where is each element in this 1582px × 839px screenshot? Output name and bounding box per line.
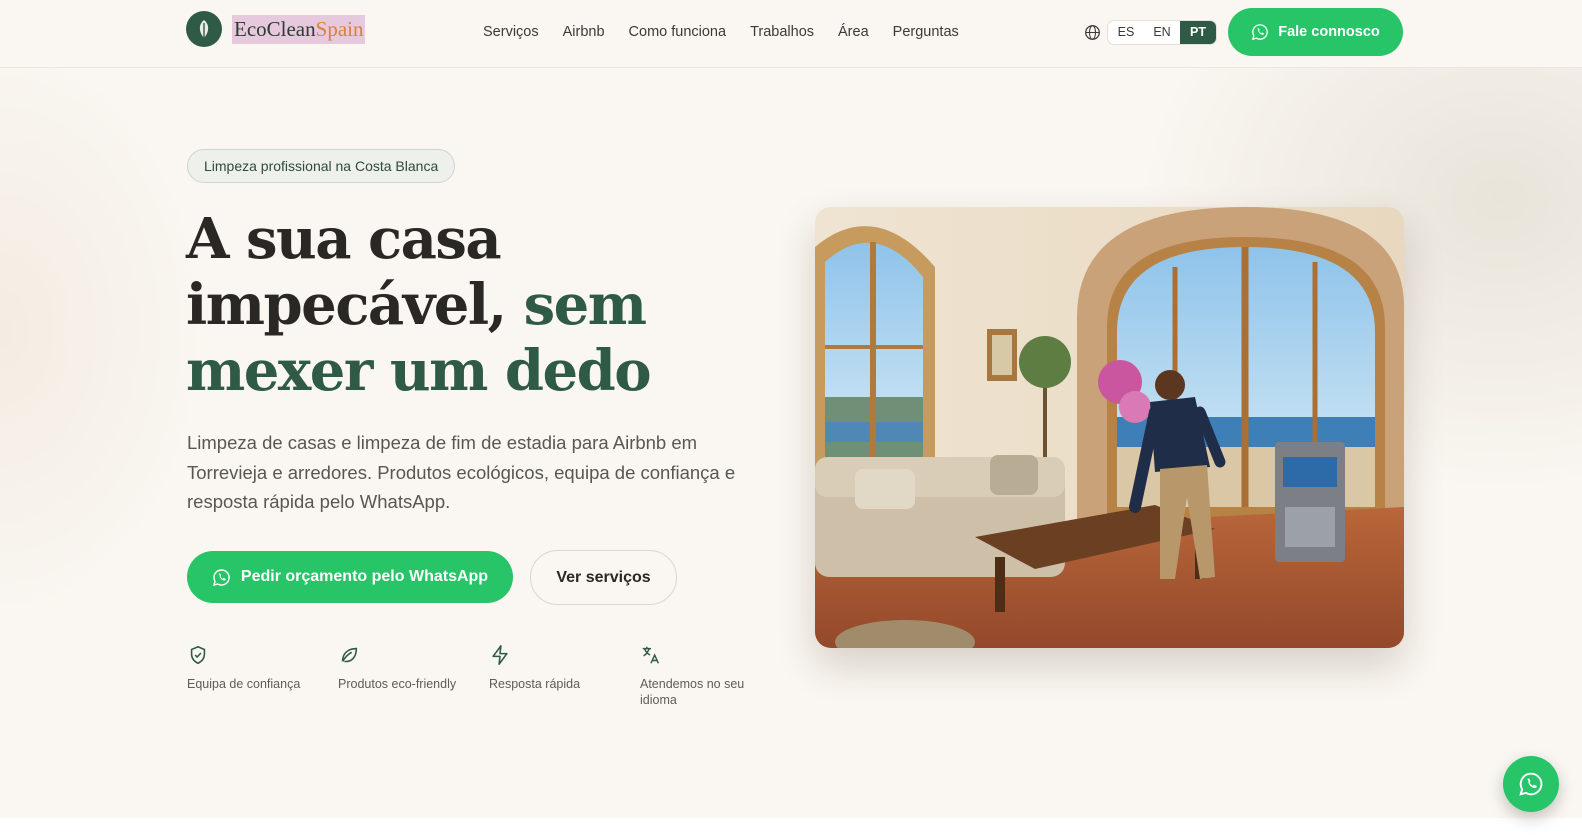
hero-lead: Limpeza de casas e limpeza de fim de est… bbox=[187, 432, 736, 512]
hero-photo-cleaning-living-room bbox=[815, 207, 1404, 648]
nav-como-funciona[interactable]: Como funciona bbox=[629, 22, 727, 42]
leaf-logo-icon bbox=[186, 11, 222, 47]
view-services-button[interactable]: Ver serviços bbox=[530, 550, 677, 605]
language-switcher: ES EN PT bbox=[1107, 20, 1217, 45]
globe-icon bbox=[1085, 25, 1100, 40]
floating-whatsapp-button[interactable] bbox=[1503, 756, 1559, 812]
nav-trabalhos[interactable]: Trabalhos bbox=[750, 22, 814, 42]
feature-label: Produtos eco-friendly bbox=[338, 677, 457, 691]
feature-label: Resposta rápida bbox=[489, 677, 581, 691]
brand-name-part1: EcoClean bbox=[234, 16, 316, 41]
brand-name-part2: Spain bbox=[315, 16, 364, 41]
whatsapp-quote-label: Pedir orçamento pelo WhatsApp bbox=[240, 568, 489, 585]
translate-icon bbox=[642, 646, 660, 664]
whatsapp-icon bbox=[1252, 24, 1269, 41]
nav-area[interactable]: Área bbox=[838, 22, 869, 42]
feature-fast-response: Resposta rápida bbox=[489, 644, 629, 692]
site-header: EcoCleanSpain Serviços Airbnb Como funci… bbox=[0, 0, 1582, 68]
nav-airbnb[interactable]: Airbnb bbox=[563, 22, 605, 42]
shield-check-icon bbox=[190, 645, 206, 665]
hero-headline: A sua casa impecável, sem mexer um dedo bbox=[186, 206, 786, 404]
contact-button-label: Fale connosco bbox=[1278, 24, 1380, 40]
whatsapp-icon bbox=[212, 568, 230, 586]
leaf-icon bbox=[341, 647, 358, 663]
nav-servicos[interactable]: Serviços bbox=[483, 22, 539, 42]
main-nav: Serviços Airbnb Como funciona Trabalhos … bbox=[483, 22, 983, 42]
contact-button[interactable]: Fale connosco bbox=[1228, 8, 1403, 56]
feature-your-language: Atendemos no seu idioma bbox=[640, 644, 765, 708]
feature-label: Atendemos no seu idioma bbox=[640, 677, 745, 707]
brand-name: EcoCleanSpain bbox=[232, 14, 366, 44]
lang-es[interactable]: ES bbox=[1108, 21, 1144, 44]
feature-eco-products: Produtos eco-friendly bbox=[338, 644, 478, 692]
feature-trusted-team: Equipa de confiança bbox=[187, 644, 327, 692]
nav-perguntas[interactable]: Perguntas bbox=[893, 22, 959, 42]
headline-plain: A sua casa impecável, bbox=[186, 206, 524, 338]
whatsapp-quote-button[interactable]: Pedir orçamento pelo WhatsApp bbox=[187, 551, 513, 603]
lang-pt[interactable]: PT bbox=[1180, 21, 1216, 44]
zap-icon bbox=[492, 645, 508, 665]
feature-label: Equipa de confiança bbox=[187, 677, 301, 691]
hero-badge: Limpeza profissional na Costa Blanca bbox=[187, 149, 456, 183]
whatsapp-icon bbox=[1519, 772, 1543, 796]
brand-logo[interactable]: EcoCleanSpain bbox=[186, 11, 366, 47]
lang-en[interactable]: EN bbox=[1144, 21, 1180, 44]
